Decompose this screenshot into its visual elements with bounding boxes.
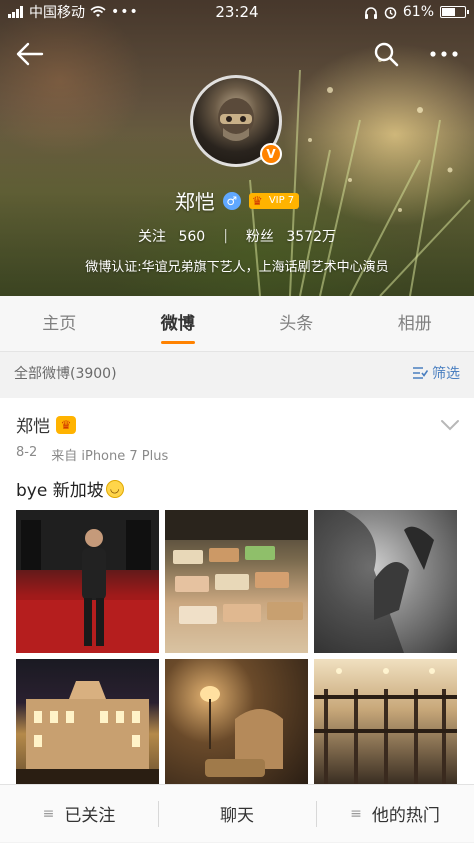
photo-hotel-interior[interactable] [314,659,457,784]
male-icon: ♂ [222,191,241,210]
vip-badge[interactable]: ♛ VIP 7 [248,192,300,209]
hot-posts-button[interactable]: ≡ 他的热门 [316,785,474,843]
post-date: 8-2 [16,445,38,460]
photo-hand-silhouette[interactable] [314,510,457,653]
post-header: 郑恺 ♛ 8-2 来自 iPhone 7 Plus [0,398,474,464]
following-stat[interactable]: 关注 560 [138,226,205,246]
avatar-container[interactable]: V [190,75,282,167]
filter-icon [413,367,428,379]
bottom-action-bar: ≡ 已关注 聊天 ≡ 他的热门 [0,784,474,842]
chat-label: 聊天 [220,806,254,826]
photo-armchair-art [200,686,283,777]
following-count: 560 [178,229,206,245]
stats-divider: | [223,228,228,244]
photo-hand-art [314,510,434,653]
post-meta: 8-2 来自 iPhone 7 Plus [16,445,458,464]
verification-text: 微博认证:华谊兄弟旗下艺人，上海话剧艺术中心演员 [85,260,389,275]
status-bar: 中国移动 ••• 23:24 61% [0,0,474,24]
chat-button[interactable]: 聊天 [158,785,316,843]
photo-wetsuit-art [16,510,159,653]
followers-label: 粉丝 [245,229,274,245]
all-posts-count[interactable]: 全部微博(3900) [14,363,117,383]
status-time: 23:24 [215,3,259,21]
profile-name: 郑恺 [174,190,215,214]
tab-headlines[interactable]: 头条 [251,296,341,352]
followers-count: 3572万 [286,229,336,245]
hot-posts-label: 他的热门 [371,806,440,826]
menu-lines-icon: ≡ [42,805,55,822]
verified-badge: V [260,143,282,165]
search-icon [374,42,399,67]
following-label: 关注 [138,229,166,245]
post-author[interactable]: 郑恺 [16,412,50,437]
menu-lines-icon: ≡ [350,805,362,822]
post-author-row[interactable]: 郑恺 ♛ [16,412,458,437]
crown-icon: ♛ [251,193,263,208]
battery-icon [440,6,469,18]
tab-home[interactable]: 主页 [14,296,104,352]
profile-name-row: 郑恺 ♂ ♛ VIP 7 [0,186,474,215]
photo-hotel-facade[interactable] [16,659,159,784]
photo-interior-art [314,668,457,784]
followers-stat[interactable]: 粉丝 3572万 [246,226,336,246]
followed-label: 已关注 [64,806,116,826]
post-card[interactable]: 郑恺 ♛ 8-2 来自 iPhone 7 Plus bye 新加坡 ◡ [0,398,474,798]
battery-level [442,8,455,16]
vip-label: VIP 7 [268,195,295,206]
post-photos [16,510,458,784]
profile-stats: 关注 560 | 粉丝 3572万 [0,226,474,246]
search-button[interactable] [368,36,404,72]
followed-button[interactable]: ≡ 已关注 [0,785,158,843]
photo-armchair-lamp[interactable] [165,659,308,784]
profile-tabs: 主页 微博 头条 相册 [0,296,474,352]
more-horizontal-icon [430,51,458,57]
filter-bar: 全部微博(3900) 筛选 [0,353,474,393]
tab-weibo[interactable]: 微博 [133,296,223,352]
filter-label: 筛选 [432,366,460,382]
post-text-row: bye 新加坡 ◡ [0,476,474,501]
photo-food-display[interactable] [165,510,308,653]
tab-album[interactable]: 相册 [370,296,460,352]
chevron-down-icon [441,420,459,431]
more-button[interactable] [426,36,462,72]
crown-icon: ♛ [56,415,76,434]
back-button[interactable] [12,36,48,72]
photo-food-art [165,510,308,624]
post-text: bye 新加坡 [16,481,104,501]
post-source: 来自 iPhone 7 Plus [51,449,169,464]
filter-button[interactable]: 筛选 [412,363,460,383]
arrow-left-icon [16,42,44,66]
photo-hotel-art [16,681,159,784]
post-menu-button[interactable] [440,416,460,435]
photo-wetsuit-man[interactable] [16,510,159,653]
smile-emoji-icon: ◡ [105,479,124,498]
